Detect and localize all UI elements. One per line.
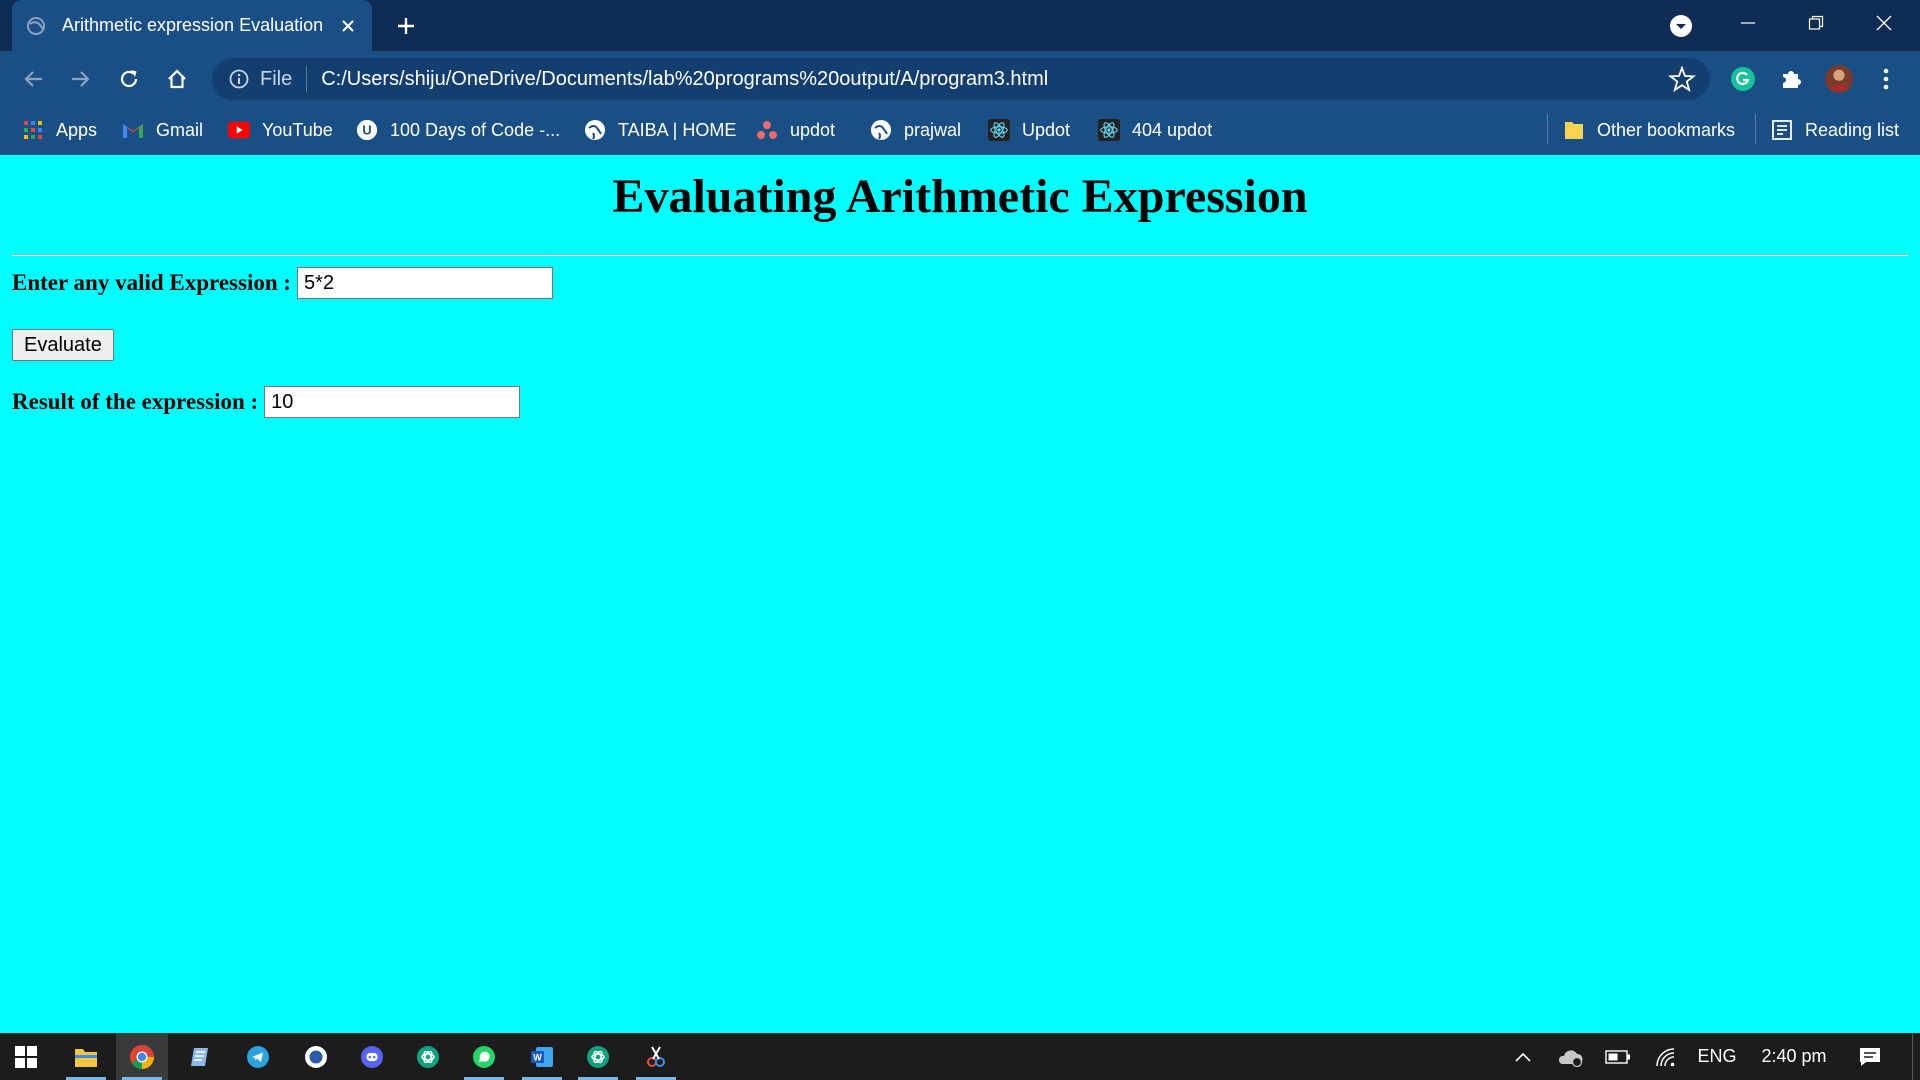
reload-icon[interactable] [114,64,144,94]
bookmark-updot-react[interactable]: Updot [988,115,1070,145]
youtube-icon [228,119,250,141]
bookmark-youtube[interactable]: YouTube [228,115,333,145]
address-bar[interactable]: File C:/Users/shiju/OneDrive/Documents/l… [212,58,1710,100]
divider [1755,114,1756,144]
horizontal-rule [12,254,1908,256]
url-text[interactable]: C:/Users/shiju/OneDrive/Documents/lab%20… [321,68,1048,91]
react-icon [1098,119,1120,141]
bookmark-404-updot[interactable]: 404 updot [1098,115,1212,145]
chrome-icon[interactable] [116,1033,168,1080]
bookmark-prajwal[interactable]: prajwal [870,115,961,145]
react-icon [988,119,1010,141]
bookmarks-bar: Apps Gmail YouTube U 100 Days of Code -.… [0,105,1920,155]
other-bookmarks-label: Other bookmarks [1597,119,1736,140]
bookmark-label: Updot [1022,119,1071,140]
divider [306,66,308,92]
result-row: Result of the expression : [12,386,521,418]
avatar[interactable] [1825,65,1853,93]
show-desktop-button[interactable] [1912,1033,1920,1080]
folder-icon [1563,119,1585,141]
bookmark-updot[interactable]: updot [756,115,835,145]
bookmark-label: Apps [56,119,98,140]
page-title: Evaluating Arithmetic Expression [612,170,1308,223]
bookmark-label: YouTube [262,119,333,140]
language-indicator[interactable]: ENG [1692,1033,1742,1080]
forward-icon[interactable] [66,64,96,94]
whatsapp-icon[interactable] [458,1033,510,1080]
notifications-icon[interactable] [1852,1033,1888,1080]
bookmark-label: Gmail [156,119,204,140]
clock-time[interactable]: 2:40 pm [1752,1033,1836,1080]
bookmark-gmail[interactable]: Gmail [122,115,203,145]
bookmark-label: TAIBA | HOME [618,119,737,140]
openai-app-icon[interactable] [402,1033,454,1080]
expression-row: Enter any valid Expression : [12,267,554,299]
updot-icon [756,119,778,141]
grammarly-icon[interactable] [1729,65,1757,93]
100-days-icon: U [356,119,378,141]
wifi-icon[interactable] [1648,1033,1684,1080]
discord-icon[interactable] [346,1033,398,1080]
bookmark-label: 404 updot [1132,119,1213,140]
tab-title: Arithmetic expression Evaluation [62,15,324,35]
bookmark-taiba[interactable]: TAIBA | HOME [584,115,736,145]
globe-icon [584,119,606,141]
reading-list-label: Reading list [1805,119,1900,140]
other-bookmarks[interactable]: Other bookmarks [1563,115,1735,145]
browser-tab[interactable]: Arithmetic expression Evaluation [12,0,372,51]
new-tab-icon[interactable] [392,12,420,40]
bookmark-apps[interactable]: Apps [22,115,97,145]
page-content: Evaluating Arithmetic Expression Enter a… [0,155,1920,1033]
bookmark-star-icon[interactable] [1668,65,1696,93]
bookmark-label: prajwal [904,119,962,140]
signal-app-icon[interactable] [290,1033,342,1080]
openai-app-icon[interactable] [572,1033,624,1080]
word-icon[interactable]: W [516,1033,568,1080]
apps-grid-icon [22,119,44,141]
result-field[interactable] [264,386,521,418]
url-scheme: File [260,67,293,90]
evaluate-button[interactable]: Evaluate [12,329,114,361]
battery-icon[interactable] [1600,1033,1636,1080]
show-hidden-icons-chevron-icon[interactable] [1506,1033,1540,1080]
gmail-icon [122,119,144,141]
tab-search-icon[interactable] [1668,13,1694,39]
home-icon[interactable] [162,64,192,94]
minimize-icon[interactable] [1728,8,1768,38]
restore-icon[interactable] [1796,8,1836,38]
svg-text:U: U [362,123,371,138]
divider [1547,114,1548,144]
taskbar: W ENG 2:40 pm [0,1033,1920,1080]
bookmark-100-days[interactable]: U 100 Days of Code -... [356,115,560,145]
file-explorer-icon[interactable] [60,1033,112,1080]
snipping-tool-icon[interactable] [630,1033,682,1080]
browser-chrome: Arithmetic expression Evaluation File C:… [0,0,1920,155]
notes-app-icon[interactable] [174,1033,226,1080]
globe-icon [26,16,46,36]
expression-label: Enter any valid Expression : [12,270,292,295]
reading-list[interactable]: Reading list [1771,115,1899,145]
close-tab-icon[interactable] [338,16,358,36]
extensions-puzzle-icon[interactable] [1777,65,1805,93]
bookmark-label: 100 Days of Code -... [390,119,561,140]
start-windows-icon[interactable] [0,1033,52,1080]
globe-icon [870,119,892,141]
browser-toolbar: File C:/Users/shiju/OneDrive/Documents/l… [0,51,1920,105]
close-window-icon[interactable] [1864,8,1904,38]
back-icon[interactable] [18,64,48,94]
result-label: Result of the expression : [12,389,259,414]
tab-strip: Arithmetic expression Evaluation [0,0,1920,51]
svg-text:W: W [533,1052,542,1062]
menu-kebab-icon[interactable] [1872,65,1900,93]
expression-input[interactable] [297,267,554,299]
info-icon[interactable] [228,68,250,90]
reading-list-icon [1771,119,1793,141]
onedrive-cloud-icon[interactable] [1552,1033,1588,1080]
bookmark-label: updot [790,119,836,140]
telegram-icon[interactable] [232,1033,284,1080]
